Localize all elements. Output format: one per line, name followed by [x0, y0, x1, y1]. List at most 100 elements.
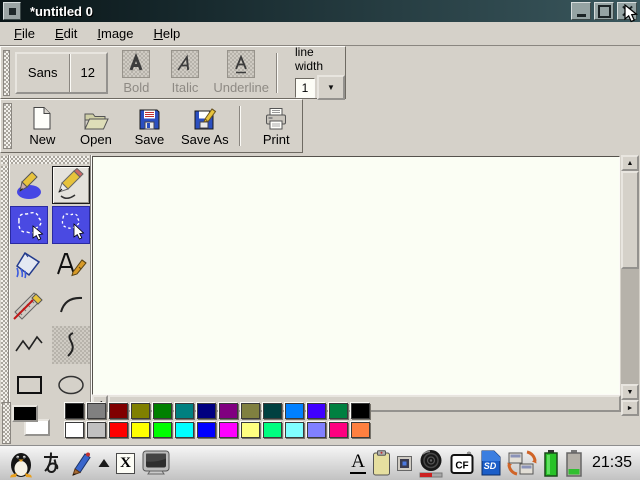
- tool-brush[interactable]: [10, 166, 48, 204]
- color-swatch[interactable]: [263, 422, 282, 438]
- color-swatch[interactable]: [351, 422, 370, 438]
- color-swatch[interactable]: [197, 403, 216, 419]
- color-swatch[interactable]: [263, 403, 282, 419]
- speaker-icon: [418, 449, 444, 478]
- line-width-dropdown[interactable]: ▼: [317, 75, 345, 100]
- color-swatch[interactable]: [87, 403, 106, 419]
- edit-pencil-button[interactable]: [68, 450, 92, 476]
- sd-card-applet[interactable]: SD: [480, 450, 501, 476]
- tool-free-select[interactable]: [52, 206, 90, 244]
- tool-rectangle[interactable]: [10, 366, 48, 404]
- battery-charge-applet[interactable]: [565, 449, 583, 477]
- color-swatch[interactable]: [285, 403, 304, 419]
- display-applet-icon: [397, 456, 412, 471]
- save-button[interactable]: Save: [124, 105, 176, 147]
- color-swatch[interactable]: [175, 403, 194, 419]
- x11-label: X: [120, 455, 131, 472]
- volume-applet[interactable]: [418, 449, 444, 478]
- color-swatch[interactable]: [285, 422, 304, 438]
- tool-arc[interactable]: [52, 286, 90, 324]
- x11-button[interactable]: X: [116, 453, 135, 474]
- scroll-down-button[interactable]: ▼: [621, 384, 639, 400]
- tool-text[interactable]: [52, 246, 90, 284]
- save-as-label: Save As: [177, 132, 232, 147]
- toolbar-grip[interactable]: [3, 50, 10, 96]
- color-swatch[interactable]: [175, 422, 194, 438]
- tool-line[interactable]: [10, 286, 48, 324]
- palette-grip-side[interactable]: [1, 166, 8, 406]
- display-applet[interactable]: [397, 456, 412, 471]
- new-label: New: [17, 132, 69, 147]
- italic-button[interactable]: Italic: [165, 50, 206, 95]
- tool-fill[interactable]: [10, 246, 48, 284]
- clipboard-applet[interactable]: [372, 450, 391, 476]
- tool-palette: [10, 166, 91, 406]
- color-swatch[interactable]: [109, 422, 128, 438]
- scroll-right-button[interactable]: ►: [621, 400, 639, 416]
- input-method-button[interactable]: [40, 451, 62, 475]
- color-swatch[interactable]: [329, 422, 348, 438]
- font-size[interactable]: 12: [69, 54, 106, 92]
- tool-polyline[interactable]: [10, 326, 48, 364]
- minimize-button[interactable]: [571, 2, 591, 20]
- menu-image[interactable]: Image: [87, 24, 143, 43]
- color-swatch[interactable]: [65, 422, 84, 438]
- drawing-canvas[interactable]: [92, 156, 620, 395]
- clock-display[interactable]: 21:35: [589, 454, 632, 472]
- terminal-button[interactable]: [141, 450, 171, 476]
- text-a-label: A: [350, 452, 366, 474]
- tool-pencil[interactable]: [52, 166, 90, 204]
- underline-button[interactable]: Underline: [213, 50, 269, 95]
- print-button[interactable]: Print: [250, 105, 302, 147]
- tool-lasso-select[interactable]: [10, 206, 48, 244]
- color-swatch[interactable]: [307, 422, 326, 438]
- system-menu-button[interactable]: [3, 2, 21, 20]
- vertical-scrollbar[interactable]: ▲ ▼: [621, 155, 639, 400]
- maximize-button[interactable]: [594, 2, 614, 20]
- text-indicator[interactable]: A: [350, 452, 366, 474]
- color-swatch[interactable]: [307, 403, 326, 419]
- svg-text:CF: CF: [455, 461, 468, 472]
- toolbar-grip[interactable]: [3, 103, 12, 149]
- color-swatch[interactable]: [153, 403, 172, 419]
- vertical-scroll-thumb[interactable]: [621, 171, 639, 269]
- linux-launcher-button[interactable]: [8, 448, 34, 478]
- color-swatch[interactable]: [219, 422, 238, 438]
- color-swatch[interactable]: [329, 403, 348, 419]
- foreground-color-well[interactable]: [12, 405, 38, 422]
- tool-ellipse[interactable]: [52, 366, 90, 404]
- battery-main-applet[interactable]: [543, 449, 559, 477]
- color-swatch[interactable]: [219, 403, 238, 419]
- open-label: Open: [70, 132, 122, 147]
- toolbar-separator: [239, 106, 241, 146]
- color-swatch[interactable]: [109, 403, 128, 419]
- menu-help[interactable]: Help: [144, 24, 191, 43]
- sync-applet[interactable]: [507, 449, 537, 477]
- color-swatch[interactable]: [131, 403, 150, 419]
- cf-card-applet[interactable]: CF: [450, 451, 474, 475]
- line-width-value[interactable]: 1: [295, 78, 315, 98]
- close-button[interactable]: [617, 2, 637, 20]
- font-selector[interactable]: Sans 12: [15, 52, 108, 94]
- ime-switch-button[interactable]: [98, 458, 110, 468]
- menu-file[interactable]: File: [4, 24, 45, 43]
- new-button[interactable]: New: [17, 105, 69, 147]
- menu-edit[interactable]: Edit: [45, 24, 87, 43]
- color-swatch[interactable]: [153, 422, 172, 438]
- bold-button[interactable]: Bold: [116, 50, 157, 95]
- color-swatch[interactable]: [351, 403, 370, 419]
- color-swatch[interactable]: [65, 403, 84, 419]
- save-as-button[interactable]: Save As: [177, 105, 232, 147]
- color-swatch[interactable]: [87, 422, 106, 438]
- color-swatch[interactable]: [197, 422, 216, 438]
- font-name[interactable]: Sans: [17, 54, 69, 92]
- palette-bar-grip[interactable]: [2, 402, 11, 444]
- tool-curve[interactable]: [52, 326, 90, 364]
- palette-grip[interactable]: [1, 156, 89, 164]
- scroll-up-button[interactable]: ▲: [621, 155, 639, 171]
- save-floppy-icon: [124, 105, 176, 131]
- color-swatch[interactable]: [241, 422, 260, 438]
- color-swatch[interactable]: [241, 403, 260, 419]
- color-swatch[interactable]: [131, 422, 150, 438]
- open-button[interactable]: Open: [70, 105, 122, 147]
